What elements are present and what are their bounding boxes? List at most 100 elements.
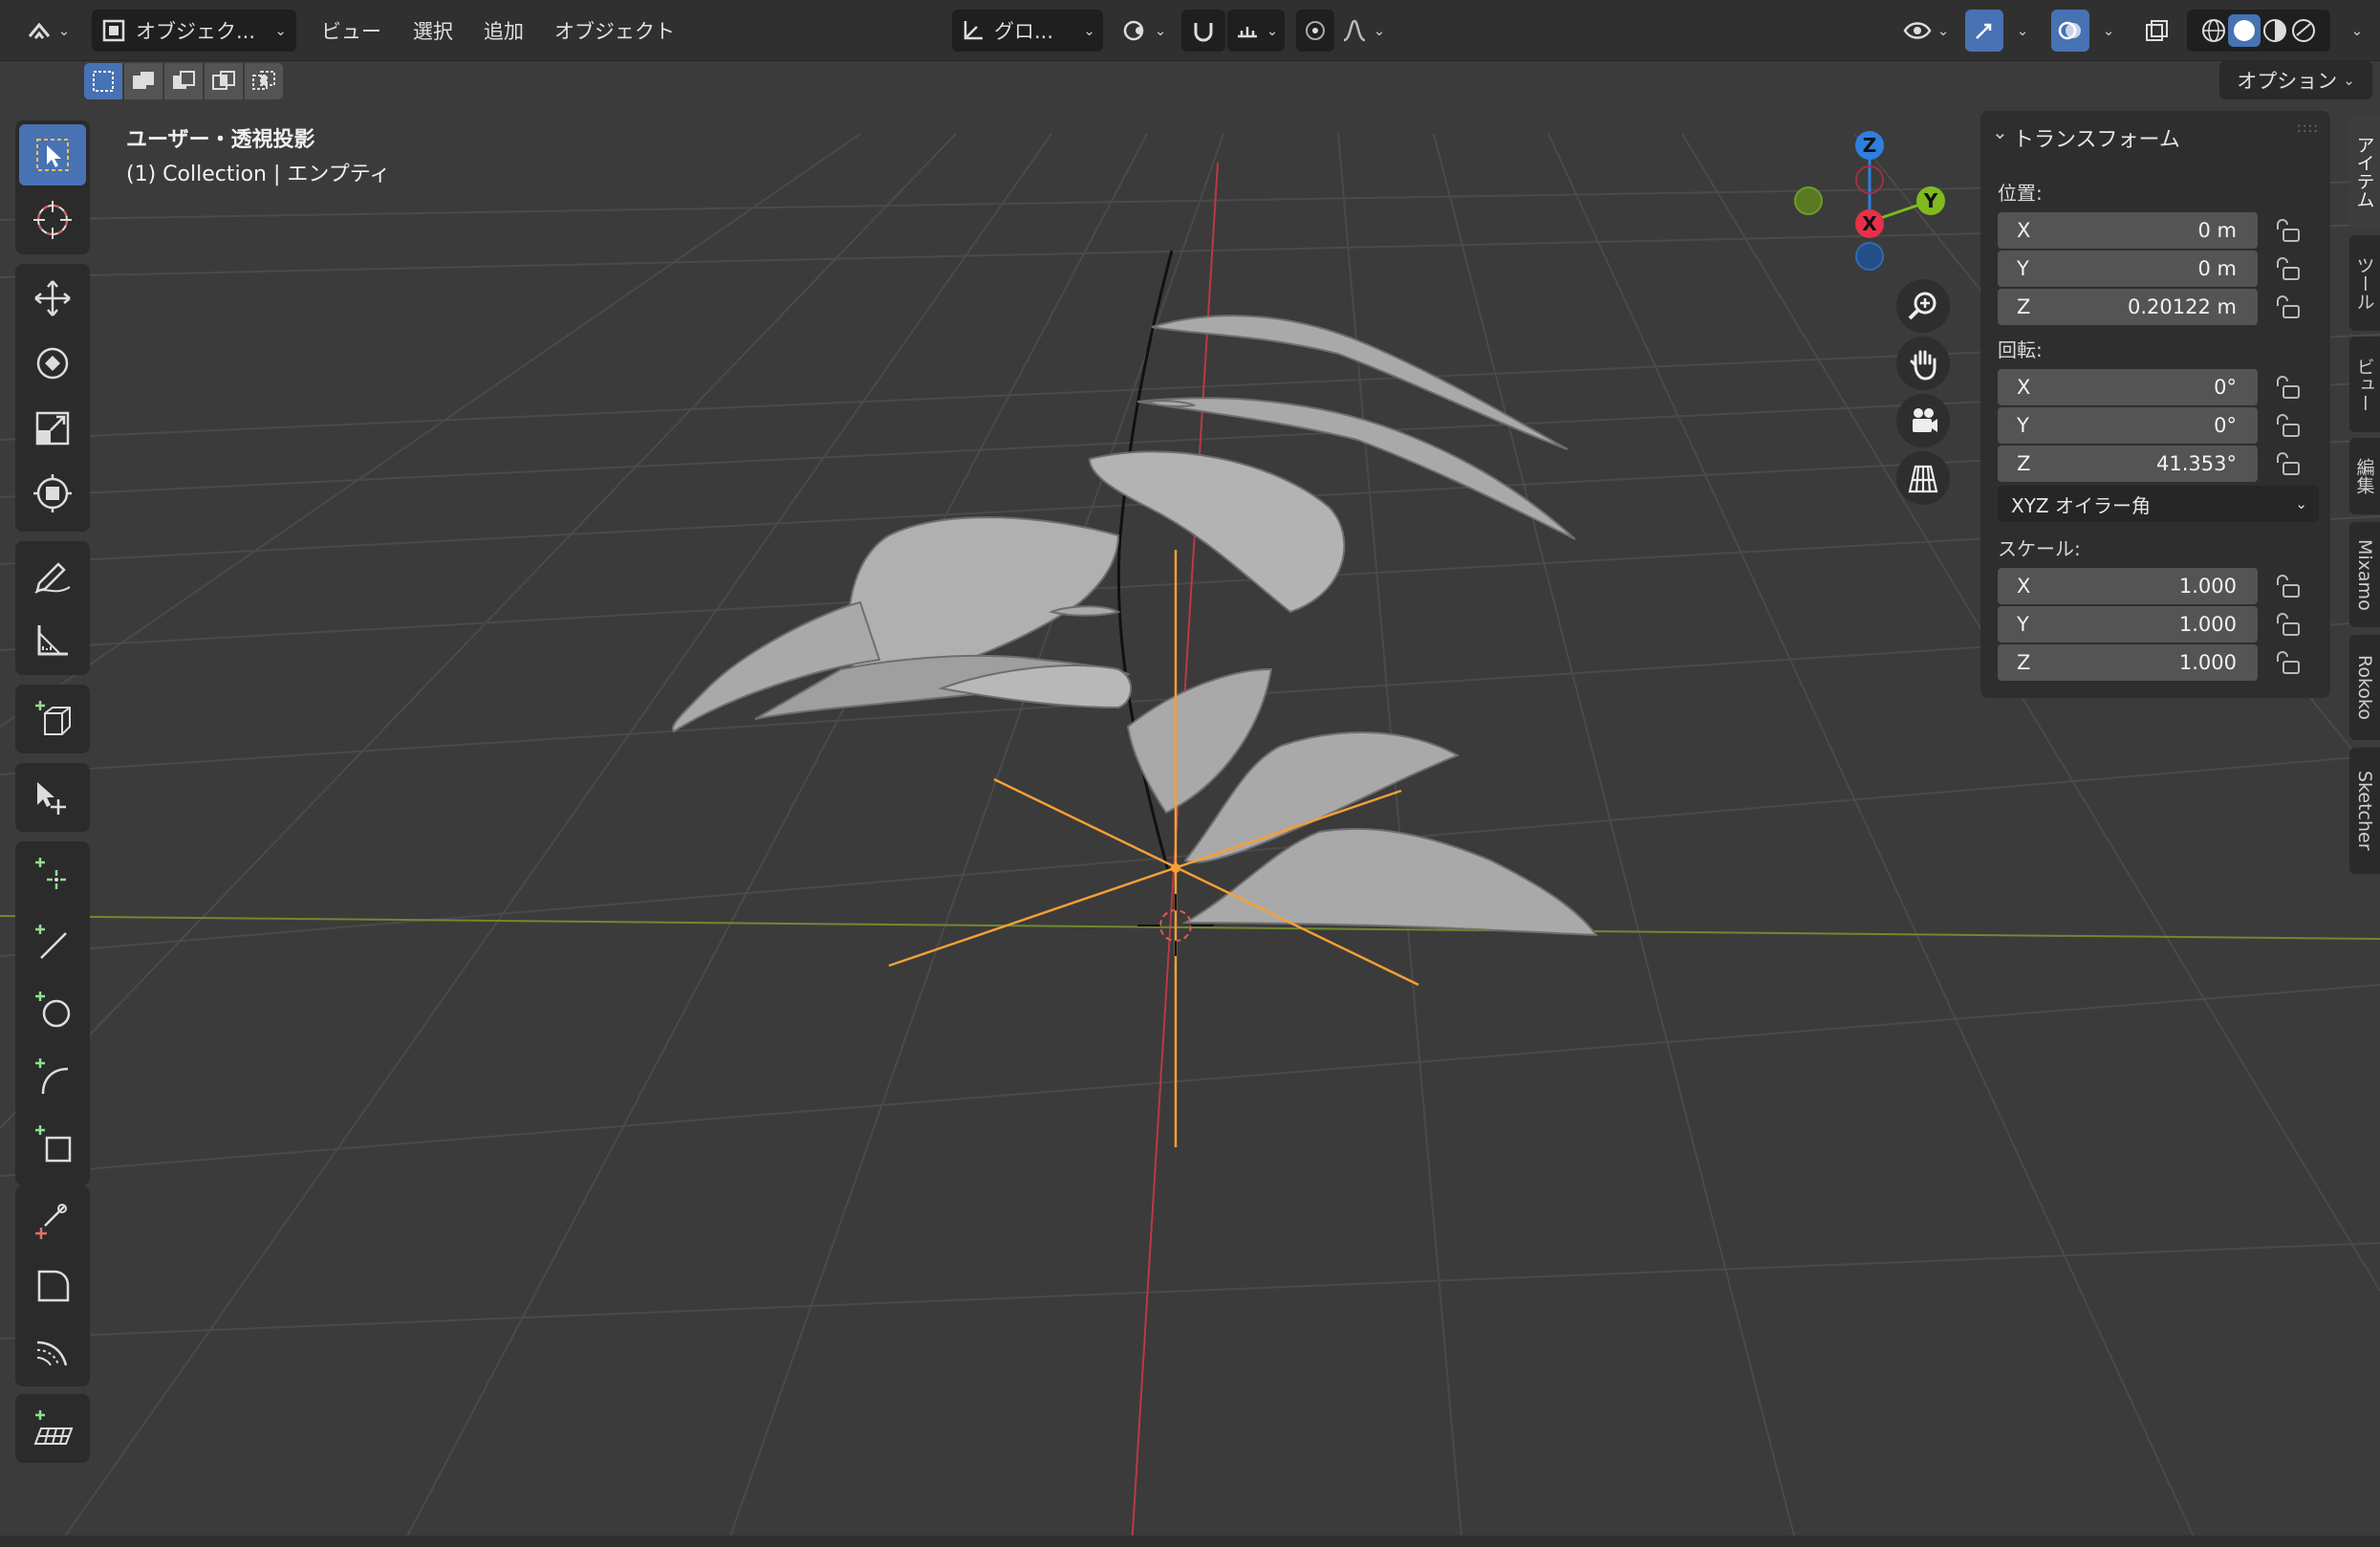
select-invert-button[interactable] — [205, 63, 243, 99]
add-line-tool[interactable] — [19, 912, 86, 973]
location-x-field[interactable]: X 0 m — [1998, 212, 2258, 249]
select-extend-button[interactable] — [124, 63, 162, 99]
options-button[interactable]: オプション ⌄ — [2219, 61, 2372, 99]
select-subtract-icon — [173, 71, 195, 89]
tab-item[interactable]: アイテム — [2349, 115, 2380, 229]
snap-toggle[interactable] — [1181, 10, 1225, 52]
location-z-field[interactable]: Z 0.20122 m — [1998, 289, 2258, 325]
offset-tool[interactable] — [19, 1319, 86, 1381]
select-invert-icon — [212, 71, 235, 90]
lock-icon[interactable] — [2273, 254, 2302, 283]
menu-object[interactable]: オブジェクト — [554, 10, 675, 52]
fillet-tool[interactable] — [19, 1254, 86, 1316]
measure-tool[interactable] — [19, 610, 86, 671]
lock-icon[interactable] — [2273, 216, 2302, 245]
lock-icon[interactable] — [2273, 449, 2302, 478]
add-grid-tool[interactable] — [19, 1398, 86, 1459]
add-rectangle-tool[interactable] — [19, 1113, 86, 1174]
lock-icon[interactable] — [2273, 373, 2302, 402]
tab-rokoko[interactable]: Rokoko — [2349, 635, 2380, 740]
rotation-z-field[interactable]: Z 41.353° — [1998, 446, 2258, 482]
add-arc-tool[interactable] — [19, 1046, 86, 1107]
shading-modes[interactable] — [2187, 10, 2330, 52]
transform-panel-title[interactable]: トランスフォーム — [2013, 122, 2180, 153]
proportional-edit-toggle[interactable] — [1296, 10, 1334, 52]
overlays-options-button[interactable]: ⌄ — [2091, 10, 2120, 52]
transform-orientation-selector[interactable]: グロ... ⌄ — [952, 10, 1103, 52]
lock-icon[interactable] — [2273, 572, 2302, 600]
select-new-button[interactable] — [84, 63, 122, 99]
wireframe-shading-icon[interactable] — [2199, 16, 2228, 45]
add-circle-tool[interactable] — [19, 979, 86, 1040]
tab-mixamo[interactable]: Mixamo — [2349, 522, 2380, 627]
lock-icon[interactable] — [2273, 293, 2302, 321]
tab-tool[interactable]: ツール — [2349, 235, 2380, 331]
chevron-down-icon: ⌄ — [2295, 495, 2307, 512]
solid-shading-icon[interactable] — [2228, 14, 2261, 47]
lock-icon[interactable] — [2273, 411, 2302, 440]
rotation-x-field[interactable]: X 0° — [1998, 369, 2258, 405]
add-grid-icon — [33, 1410, 74, 1445]
falloff-button[interactable]: ⌄ — [1336, 10, 1390, 52]
rotation-mode-dropdown[interactable]: XYZ オイラー角 ⌄ — [1998, 486, 2319, 522]
tool-group-edit — [15, 1186, 90, 1386]
tweak-tool[interactable] — [19, 767, 86, 828]
menu-view[interactable]: ビュー — [321, 10, 381, 52]
proportional-edit-icon — [1306, 21, 1325, 40]
location-y-field[interactable]: Y 0 m — [1998, 251, 2258, 287]
viewport-header: ⌄ オブジェク... ⌄ ビュー 選択 追加 オブジェクト グロ... ⌄ ⌄ … — [0, 0, 2380, 61]
select-subtract-button[interactable] — [164, 63, 203, 99]
transform-tool[interactable] — [19, 463, 86, 524]
tab-sketcher[interactable]: Sketcher — [2349, 748, 2380, 874]
menu-add[interactable]: 追加 — [484, 10, 524, 52]
scale-tool[interactable] — [19, 398, 86, 459]
overlays-toggle[interactable] — [2051, 10, 2089, 52]
cursor-tool[interactable] — [19, 189, 86, 251]
scale-x-value: 1.000 — [2178, 575, 2237, 598]
3d-cursor-icon — [33, 201, 72, 239]
rendered-shading-icon[interactable] — [2289, 16, 2318, 45]
select-intersect-button[interactable] — [245, 63, 283, 99]
ruler-icon — [37, 625, 68, 656]
add-cube-tool[interactable] — [19, 688, 86, 750]
perspective-toggle-button[interactable] — [1896, 451, 1950, 505]
mode-selector[interactable]: オブジェク... ⌄ — [92, 10, 296, 52]
zoom-icon — [1908, 292, 1936, 320]
pivot-point-button[interactable]: ⌄ — [1114, 10, 1174, 52]
camera-icon — [1913, 408, 1937, 432]
material-shading-icon[interactable] — [2261, 16, 2289, 45]
zoom-button[interactable] — [1896, 279, 1950, 333]
scale-y-field[interactable]: Y 1.000 — [1998, 606, 2258, 643]
camera-view-button[interactable] — [1896, 394, 1950, 447]
scale-z-field[interactable]: Z 1.000 — [1998, 644, 2258, 681]
navigation-gizmo[interactable]: Z Y X — [1784, 120, 1975, 283]
tab-view[interactable]: ビュー — [2349, 337, 2380, 432]
location-label: 位置: — [1998, 182, 2043, 205]
xray-toggle[interactable] — [2137, 10, 2175, 52]
select-box-tool[interactable] — [19, 124, 86, 185]
lock-icon[interactable] — [2273, 610, 2302, 639]
scale-x-field[interactable]: X 1.000 — [1998, 568, 2258, 604]
move-tool[interactable] — [19, 268, 86, 329]
menu-select[interactable]: 選択 — [413, 10, 453, 52]
add-point-tool[interactable] — [19, 845, 86, 906]
drag-handle-icon[interactable]: :::: — [2297, 120, 2319, 136]
tab-edit[interactable]: 編集 — [2349, 438, 2380, 514]
gizmo-toggle[interactable] — [1965, 10, 2003, 52]
rotation-y-field[interactable]: Y 0° — [1998, 407, 2258, 444]
gizmo-options-button[interactable]: ⌄ — [2005, 10, 2034, 52]
gizmo-icon — [1976, 23, 1992, 39]
rotate-tool[interactable] — [19, 333, 86, 394]
visibility-button[interactable]: ⌄ — [1896, 10, 1956, 52]
annotate-tool[interactable] — [19, 545, 86, 606]
view-name: ユーザー・透視投影 — [126, 128, 315, 152]
editor-type-button[interactable]: ⌄ — [17, 10, 78, 52]
snap-target-button[interactable]: ⌄ — [1227, 10, 1285, 52]
pan-button[interactable] — [1896, 337, 1950, 390]
chevron-down-icon[interactable]: ⌄ — [1992, 120, 2008, 143]
shading-options-button[interactable]: ⌄ — [2338, 10, 2370, 52]
lock-icon[interactable] — [2273, 648, 2302, 677]
scale-icon — [35, 411, 70, 446]
gizmo-y-label: Y — [1923, 189, 1938, 212]
sketch-edit-tool[interactable] — [19, 1189, 86, 1251]
